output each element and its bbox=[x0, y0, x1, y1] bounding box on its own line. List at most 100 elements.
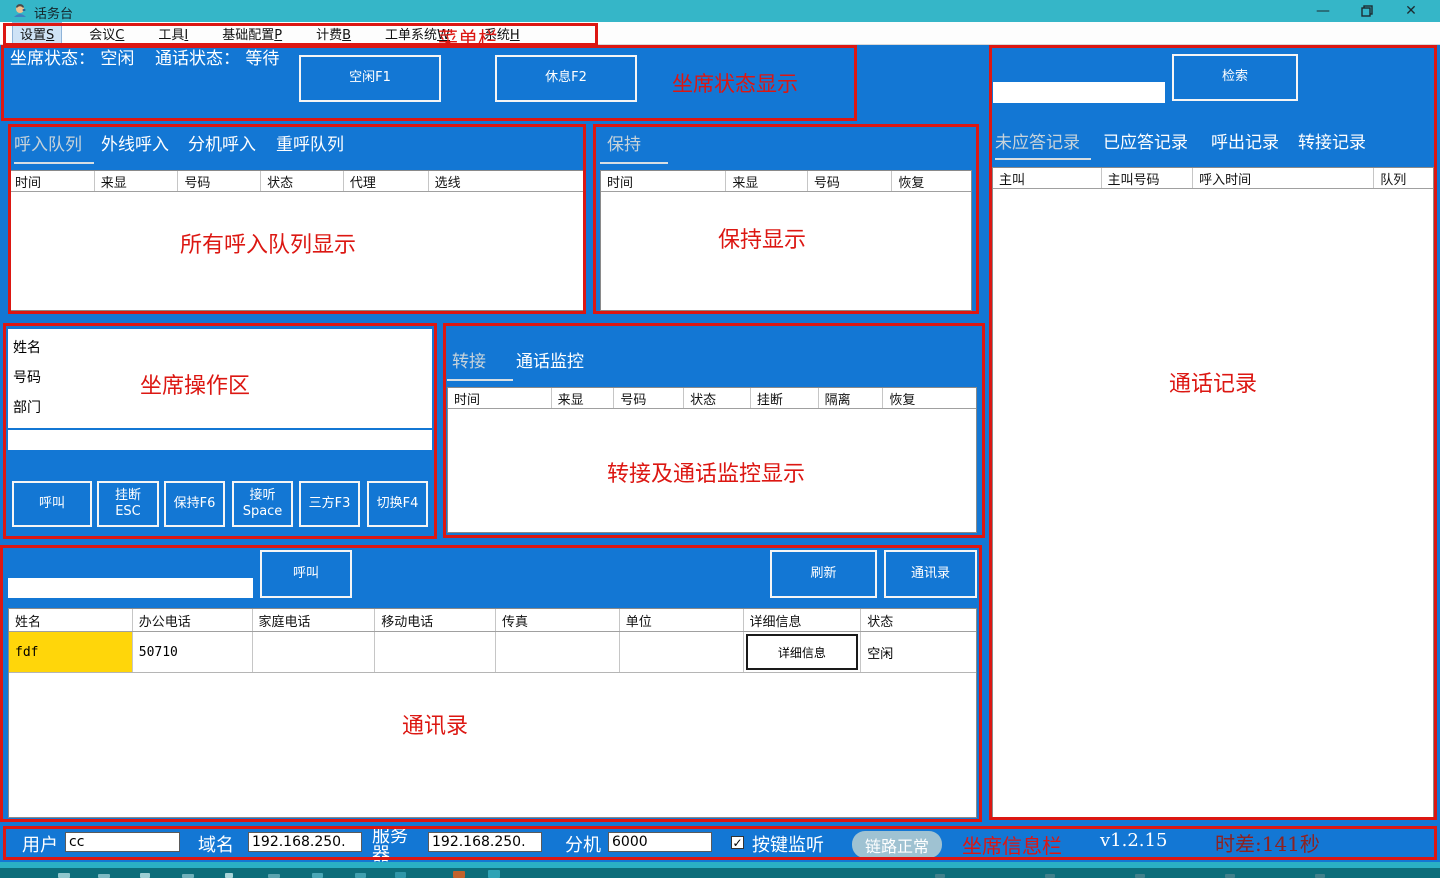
phonebook-search-input[interactable] bbox=[8, 578, 253, 598]
menu-item-baseconfig[interactable]: 基础配置P bbox=[215, 23, 289, 44]
refresh-button[interactable]: 刷新 bbox=[770, 550, 877, 598]
dial-number-input[interactable] bbox=[8, 430, 432, 450]
phonebook-row[interactable]: fdf 50710 详细信息 空闲 bbox=[9, 632, 976, 673]
tab-answered-records[interactable]: 已应答记录 bbox=[1103, 128, 1188, 153]
col-time[interactable]: 时间 bbox=[9, 171, 94, 191]
tab-extension-incoming[interactable]: 分机呼入 bbox=[188, 130, 256, 155]
menu-item-workorder[interactable]: 工单系统W bbox=[378, 23, 457, 44]
col-resume[interactable]: 恢复 bbox=[891, 171, 971, 191]
tab-hold[interactable]: 保持 bbox=[607, 130, 641, 155]
tab-outside-incoming[interactable]: 外线呼入 bbox=[101, 130, 169, 155]
field-label-department: 部门 bbox=[13, 397, 41, 417]
tab-transfer[interactable]: 转接 bbox=[452, 347, 486, 372]
col-hangup[interactable]: 挂断 bbox=[750, 388, 818, 408]
col-isolate[interactable]: 隔离 bbox=[818, 388, 883, 408]
col-fax[interactable]: 传真 bbox=[495, 609, 619, 631]
menu-item-meeting[interactable]: 会议C bbox=[82, 23, 131, 44]
domain-label: 域名 bbox=[198, 831, 234, 857]
col-number[interactable]: 号码 bbox=[613, 388, 683, 408]
search-button[interactable]: 检索 bbox=[1172, 54, 1298, 101]
menu-item-tools[interactable]: 工具I bbox=[151, 23, 195, 44]
taskbar-icon[interactable] bbox=[182, 874, 194, 878]
key-monitor-label: 按键监听 bbox=[752, 831, 824, 857]
taskbar-icon[interactable] bbox=[268, 874, 280, 878]
menu-item-billing[interactable]: 计费B bbox=[309, 23, 358, 44]
taskbar-icon[interactable] bbox=[453, 871, 465, 878]
col-mobile-phone[interactable]: 移动电话 bbox=[374, 609, 495, 631]
col-callerid[interactable]: 来显 bbox=[551, 388, 614, 408]
col-agent[interactable]: 代理 bbox=[343, 171, 428, 191]
tab-outgoing-records[interactable]: 呼出记录 bbox=[1211, 128, 1279, 153]
taskbar-icon[interactable] bbox=[140, 873, 150, 878]
col-incoming-time[interactable]: 呼入时间 bbox=[1192, 168, 1373, 188]
user-label: 用户 bbox=[22, 831, 58, 857]
idle-f1-button[interactable]: 空闲F1 bbox=[299, 55, 441, 102]
col-line[interactable]: 选线 bbox=[428, 171, 585, 191]
taskbar-icon[interactable] bbox=[225, 873, 233, 878]
col-queue[interactable]: 队列 bbox=[1373, 168, 1433, 188]
taskbar-icon[interactable] bbox=[395, 872, 406, 878]
taskbar-icon[interactable] bbox=[355, 873, 366, 878]
restore-icon bbox=[1361, 5, 1373, 17]
caller-info-panel: 姓名 号码 部门 bbox=[8, 329, 432, 428]
tab-recall-queue[interactable]: 重呼队列 bbox=[276, 130, 344, 155]
col-name[interactable]: 姓名 bbox=[9, 609, 132, 631]
col-time[interactable]: 时间 bbox=[448, 388, 551, 408]
tab-call-monitor[interactable]: 通话监控 bbox=[516, 347, 584, 372]
col-time[interactable]: 时间 bbox=[601, 171, 725, 191]
col-number[interactable]: 号码 bbox=[177, 171, 260, 191]
col-number[interactable]: 号码 bbox=[807, 171, 892, 191]
server-input[interactable] bbox=[428, 832, 542, 852]
hold-table-header: 时间 来显 号码 恢复 bbox=[601, 171, 971, 192]
col-company[interactable]: 单位 bbox=[619, 609, 743, 631]
taskbar-icon[interactable] bbox=[98, 874, 110, 878]
menu-item-settings[interactable]: 设置S bbox=[12, 22, 62, 45]
cell-mobile-phone bbox=[374, 632, 495, 672]
domain-input[interactable] bbox=[248, 832, 362, 852]
taskbar-icon[interactable] bbox=[1315, 874, 1325, 878]
tab-transfer-records[interactable]: 转接记录 bbox=[1298, 128, 1366, 153]
phonebook-call-button[interactable]: 呼叫 bbox=[260, 550, 352, 598]
taskbar-icon[interactable] bbox=[935, 874, 945, 878]
switch-f4-button[interactable]: 切换F4 bbox=[367, 481, 428, 527]
col-status[interactable]: 状态 bbox=[860, 609, 976, 631]
col-resume[interactable]: 恢复 bbox=[882, 388, 976, 408]
tab-incoming-queue[interactable]: 呼入队列 bbox=[14, 130, 82, 155]
call-button[interactable]: 呼叫 bbox=[12, 481, 92, 527]
close-button[interactable]: ✕ bbox=[1396, 1, 1426, 21]
col-home-phone[interactable]: 家庭电话 bbox=[252, 609, 375, 631]
taskbar-icon[interactable] bbox=[58, 873, 70, 878]
col-state[interactable]: 状态 bbox=[683, 388, 750, 408]
cell-status: 空闲 bbox=[860, 632, 976, 672]
hold-f6-button[interactable]: 保持F6 bbox=[164, 481, 225, 527]
taskbar-icon[interactable] bbox=[312, 873, 323, 878]
taskbar-icon[interactable] bbox=[1045, 874, 1055, 878]
taskbar-icon[interactable] bbox=[488, 870, 500, 878]
cell-office-phone: 50710 bbox=[132, 632, 252, 672]
threeway-f3-button[interactable]: 三方F3 bbox=[299, 481, 360, 527]
user-input[interactable] bbox=[65, 832, 180, 852]
menu-item-system[interactable]: 系统H bbox=[477, 23, 527, 44]
link-status-badge: 链路正常 bbox=[852, 831, 942, 858]
extension-input[interactable] bbox=[608, 832, 712, 852]
minimize-button[interactable]: — bbox=[1308, 1, 1338, 21]
col-callerid[interactable]: 来显 bbox=[94, 171, 178, 191]
taskbar-icon[interactable] bbox=[1135, 874, 1145, 878]
hangup-esc-button[interactable]: 挂断 ESC bbox=[97, 481, 159, 527]
detail-info-button[interactable]: 详细信息 bbox=[746, 634, 858, 670]
col-office-phone[interactable]: 办公电话 bbox=[132, 609, 252, 631]
col-state[interactable]: 状态 bbox=[260, 171, 343, 191]
answer-space-button[interactable]: 接听 Space bbox=[232, 481, 293, 527]
col-caller[interactable]: 主叫 bbox=[993, 168, 1101, 188]
phonebook-button[interactable]: 通讯录 bbox=[884, 550, 977, 598]
col-detail[interactable]: 详细信息 bbox=[743, 609, 861, 631]
taskbar-icon[interactable] bbox=[1225, 874, 1235, 878]
col-caller-number[interactable]: 主叫号码 bbox=[1101, 168, 1193, 188]
key-monitor-checkbox[interactable]: ✓ bbox=[731, 836, 744, 849]
tab-unanswered-records[interactable]: 未应答记录 bbox=[995, 128, 1080, 153]
record-search-input[interactable] bbox=[993, 82, 1165, 103]
restore-button[interactable] bbox=[1352, 1, 1382, 21]
queue-table-header: 时间 来显 号码 状态 代理 选线 bbox=[9, 171, 585, 192]
col-callerid[interactable]: 来显 bbox=[725, 171, 807, 191]
rest-f2-button[interactable]: 休息F2 bbox=[495, 55, 637, 102]
